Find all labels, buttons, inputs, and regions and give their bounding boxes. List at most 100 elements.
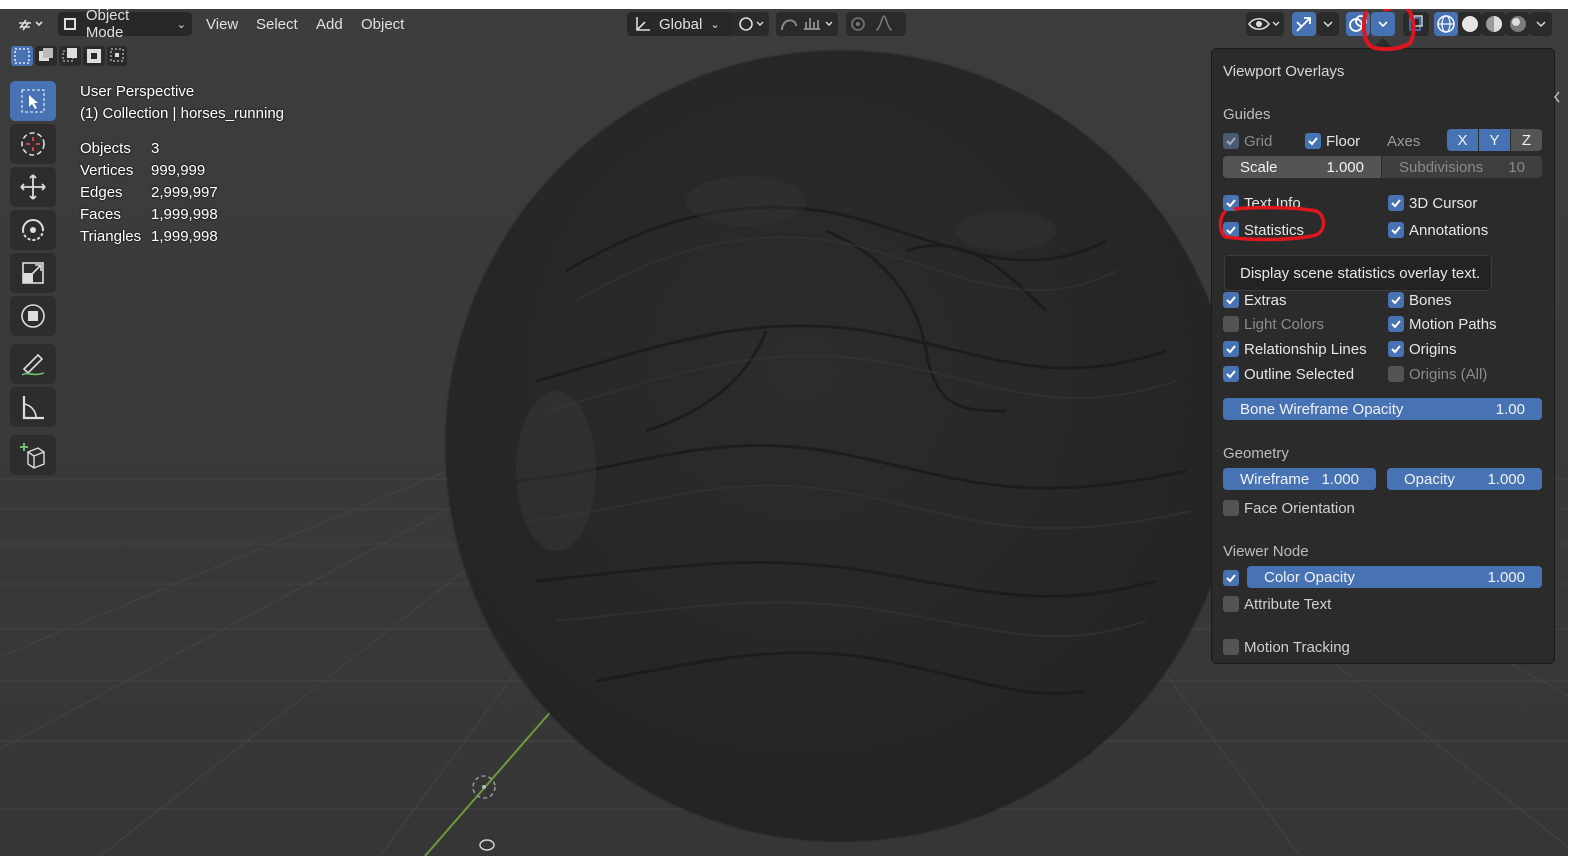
menu-object[interactable]: Object: [361, 13, 404, 35]
subdivisions-label: Subdivisions: [1399, 158, 1484, 176]
viewer-node-checkbox[interactable]: [1223, 568, 1244, 588]
scale-label: Scale: [1240, 158, 1278, 176]
checkmark-icon: [1388, 222, 1404, 238]
select-box-tool[interactable]: [10, 81, 56, 121]
checkmark-icon: [1223, 570, 1239, 586]
ruler-icon: [22, 396, 44, 420]
menu-view[interactable]: View: [206, 13, 238, 35]
face-orientation-checkbox[interactable]: Face Orientation: [1223, 498, 1355, 518]
outline-selected-label: Outline Selected: [1244, 365, 1355, 383]
3d-cursor-label: 3D Cursor: [1409, 194, 1478, 212]
chevron-left-icon[interactable]: [1552, 89, 1562, 105]
snap-button[interactable]: [776, 12, 838, 36]
proportional-editing-button[interactable]: [846, 12, 906, 36]
move-arrows-icon: [20, 174, 46, 200]
bones-label: Bones: [1409, 291, 1452, 309]
rotate-tool[interactable]: [10, 210, 56, 250]
shading-material-button[interactable]: [1482, 12, 1506, 36]
select-cursor-icon: [21, 89, 45, 113]
grid-scale-field[interactable]: Scale 1.000: [1223, 156, 1381, 178]
pencil-icon: [21, 353, 45, 376]
gizmo-dropdown[interactable]: [1317, 12, 1339, 36]
axis-x-toggle[interactable]: X: [1447, 129, 1478, 151]
add-cube-tool[interactable]: [10, 435, 56, 475]
viewport-header: Object Mode ⌄ View Select Add Object Glo…: [0, 9, 1568, 41]
scale-tool[interactable]: [10, 253, 56, 293]
horse-relief-texture: [515, 176, 1192, 696]
stat-row: Edges 2,999,997: [80, 182, 284, 204]
axis-z-toggle[interactable]: Z: [1511, 129, 1542, 151]
origins-all-checkbox[interactable]: Origins (All): [1388, 364, 1487, 384]
popover-title: Viewport Overlays: [1223, 63, 1345, 80]
editor-type-button[interactable]: [16, 12, 50, 36]
view-perspective-label: User Perspective: [80, 83, 195, 100]
checkmark-icon: [1305, 133, 1321, 149]
transform-tool[interactable]: [10, 296, 56, 336]
wireframe-slider[interactable]: Wireframe 1.000: [1223, 468, 1376, 490]
floor-label: Floor: [1326, 132, 1361, 150]
3d-cursor-checkbox[interactable]: 3D Cursor: [1388, 193, 1477, 213]
annotations-checkbox[interactable]: Annotations: [1388, 220, 1488, 240]
shading-rendered-button[interactable]: [1506, 12, 1530, 36]
chevron-down-icon: ⌄: [710, 18, 720, 31]
opacity-label: Opacity: [1404, 470, 1455, 488]
motion-paths-checkbox[interactable]: Motion Paths: [1388, 314, 1497, 334]
visibility-selector[interactable]: [1246, 12, 1284, 36]
relationship-lines-checkbox[interactable]: Relationship Lines: [1223, 339, 1367, 359]
checkmark-icon: [1388, 195, 1404, 211]
object-mode-icon: [64, 18, 76, 30]
axis-y-toggle[interactable]: Y: [1479, 129, 1510, 151]
bone-wireframe-value: 1.00: [1495, 400, 1525, 418]
gizmo-toggle[interactable]: [1292, 12, 1316, 36]
color-opacity-slider[interactable]: Color Opacity 1.000: [1247, 566, 1542, 588]
orientation-label: Global: [659, 15, 703, 33]
transform-orientation-selector[interactable]: Global ⌄: [627, 12, 735, 36]
selection-mode-buttons[interactable]: [11, 45, 127, 67]
motion-tracking-checkbox[interactable]: Motion Tracking: [1223, 637, 1350, 657]
annotate-tool[interactable]: [10, 344, 56, 384]
mode-selector[interactable]: Object Mode ⌄: [58, 9, 192, 41]
stat-value: 1,999,998: [151, 206, 218, 223]
outline-selected-checkbox[interactable]: Outline Selected: [1223, 364, 1354, 384]
annotation-circle-statistics: [1218, 205, 1326, 242]
annotations-label: Annotations: [1409, 221, 1489, 239]
grid-subdivisions-field[interactable]: Subdivisions 10: [1382, 156, 1542, 178]
tool-shelf: [10, 81, 58, 478]
bones-checkbox[interactable]: Bones: [1388, 290, 1452, 310]
menu-select[interactable]: Select: [256, 13, 298, 35]
gizmo-icon: [1296, 17, 1311, 32]
editor-type-icon: [19, 19, 43, 31]
light-colors-checkbox[interactable]: Light Colors: [1223, 314, 1324, 334]
measure-tool[interactable]: [10, 387, 56, 427]
checkbox-box: [1223, 639, 1239, 655]
face-orientation-label: Face Orientation: [1244, 499, 1355, 517]
opacity-slider[interactable]: Opacity 1.000: [1387, 468, 1542, 490]
rendered-sphere-icon: [1510, 16, 1526, 32]
pivot-point-button[interactable]: [733, 12, 769, 36]
checkbox-box: [1223, 316, 1239, 332]
attribute-text-checkbox[interactable]: Attribute Text: [1223, 594, 1331, 614]
opacity-value: 1.000: [1487, 470, 1525, 488]
extras-checkbox[interactable]: Extras: [1223, 290, 1287, 310]
shading-dropdown[interactable]: [1530, 12, 1552, 36]
shading-wireframe-button[interactable]: [1434, 12, 1458, 36]
checkmark-icon: [1223, 292, 1239, 308]
floor-checkbox[interactable]: Floor: [1305, 131, 1360, 151]
menu-add[interactable]: Add: [316, 13, 343, 35]
proportional-editing-icon: [851, 15, 893, 31]
bone-wireframe-opacity-slider[interactable]: Bone Wireframe Opacity 1.00: [1223, 398, 1542, 420]
wireframe-sphere-icon: [1437, 15, 1455, 33]
cursor-tool[interactable]: [10, 124, 56, 164]
checkmark-icon: [1388, 316, 1404, 332]
shading-solid-button[interactable]: [1458, 12, 1482, 36]
origins-all-label: Origins (All): [1409, 365, 1488, 383]
extras-label: Extras: [1244, 291, 1287, 309]
motion-tracking-label: Motion Tracking: [1244, 638, 1350, 656]
origins-checkbox[interactable]: Origins: [1388, 339, 1457, 359]
move-tool[interactable]: [10, 167, 56, 207]
add-cube-icon: [20, 443, 45, 469]
checkmark-icon: [1388, 341, 1404, 357]
grid-checkbox[interactable]: Grid: [1223, 131, 1272, 151]
color-opacity-value: 1.000: [1487, 568, 1525, 586]
chevron-down-icon: ⌄: [176, 18, 186, 31]
